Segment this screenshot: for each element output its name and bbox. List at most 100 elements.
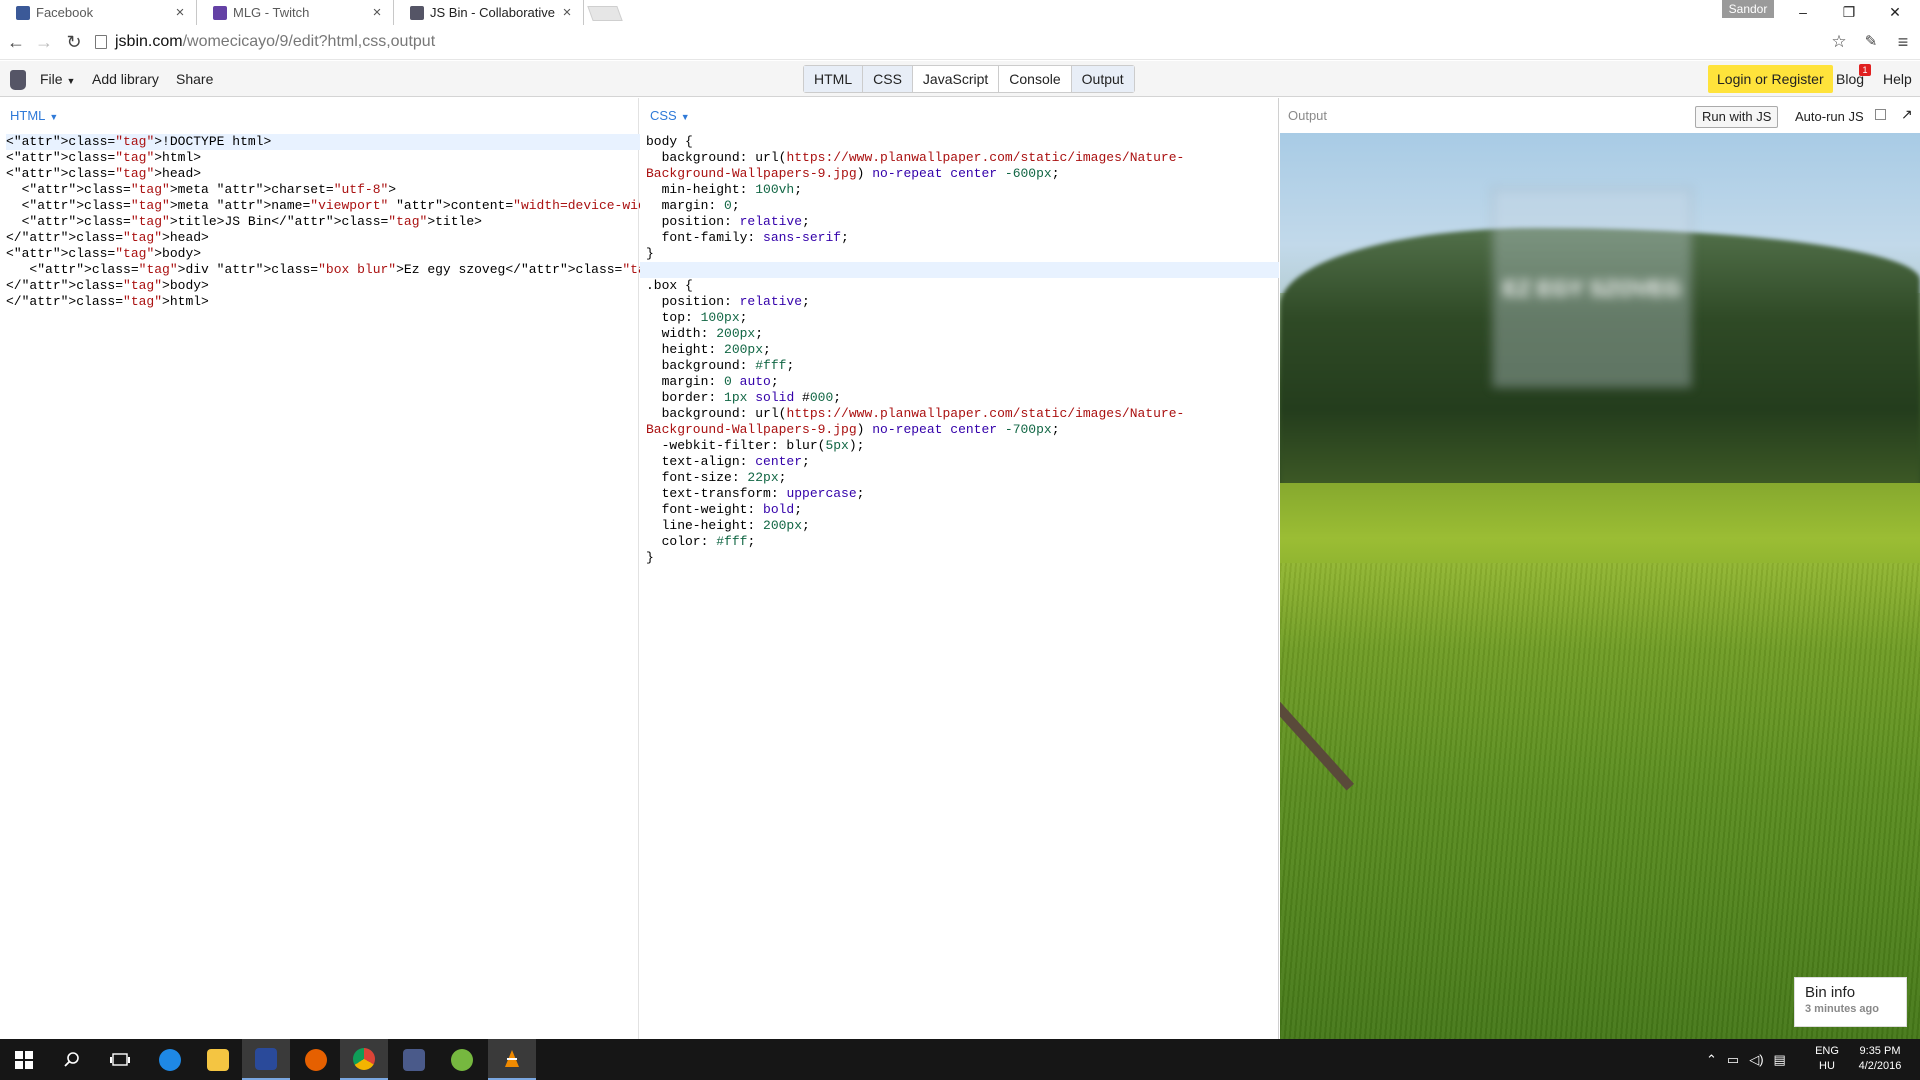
panel-toggle-javascript[interactable]: JavaScript xyxy=(913,66,1000,92)
code-line: width: 200px; xyxy=(646,326,764,341)
output-preview[interactable]: Ez egy szoveg xyxy=(1280,133,1920,1039)
forward-icon[interactable]: → xyxy=(34,32,54,52)
edge-icon[interactable] xyxy=(146,1039,194,1080)
tab-facebook[interactable]: Facebook × xyxy=(0,0,197,25)
chevron-up-icon[interactable]: ⌃ xyxy=(1706,1052,1717,1068)
task-view-icon[interactable] xyxy=(96,1039,144,1080)
profile-button[interactable]: Sandor xyxy=(1722,0,1774,18)
close-window-icon[interactable]: ✕ xyxy=(1872,0,1918,25)
html-panel-label[interactable]: HTML ▼ xyxy=(10,108,58,123)
new-tab-button[interactable] xyxy=(587,6,623,21)
code-line: <"attr">class="tag">html> xyxy=(6,150,202,165)
windows-start-icon[interactable] xyxy=(0,1039,48,1080)
url-path: /womecicayo/9/edit?html,css,output xyxy=(182,33,436,50)
css-editor-panel[interactable]: CSS ▼ body { background: url(https://www.… xyxy=(640,98,1279,1039)
code-line: } xyxy=(646,246,654,261)
close-icon[interactable]: × xyxy=(172,4,188,21)
code-line: Background-Wallpapers-9.jpg) no-repeat c… xyxy=(646,166,1060,181)
notifications-icon[interactable]: ▤ xyxy=(1774,1052,1786,1068)
code-line: text-transform: uppercase; xyxy=(646,486,865,501)
tab-title: JS Bin - Collaborative Java xyxy=(430,5,559,20)
firefox-icon[interactable] xyxy=(292,1039,340,1080)
code-line: <"attr">class="tag">meta "attr">charset=… xyxy=(6,182,397,197)
eyedropper-icon[interactable]: ✎ xyxy=(1861,32,1881,52)
jsbin-control-bar: File ▼ Add library Share HTML CSS JavaSc… xyxy=(0,61,1920,97)
facebook-icon xyxy=(16,5,30,20)
star-icon[interactable]: ☆ xyxy=(1829,32,1849,52)
address-bar[interactable]: jsbin.com/womecicayo/9/edit?html,css,out… xyxy=(94,30,1834,54)
auto-run-js-checkbox[interactable] xyxy=(1875,109,1886,120)
browser-tab-strip: Facebook × MLG - Twitch × JS Bin - Colla… xyxy=(0,0,1920,25)
panel-toggle-html[interactable]: HTML xyxy=(804,66,864,92)
panel-toggle-group: HTML CSS JavaScript Console Output xyxy=(803,65,1135,93)
bin-info-title: Bin info xyxy=(1805,984,1856,1001)
code-line: font-size: 22px; xyxy=(646,470,787,485)
code-line: min-height: 100vh; xyxy=(646,182,803,197)
file-menu[interactable]: File ▼ xyxy=(40,71,75,87)
code-line: line-height: 200px; xyxy=(646,518,810,533)
file-explorer-icon[interactable] xyxy=(194,1039,242,1080)
language-indicator[interactable]: ENG HU xyxy=(1812,1044,1842,1074)
search-icon[interactable] xyxy=(48,1039,96,1080)
panel-toggle-css[interactable]: CSS xyxy=(863,66,913,92)
code-line: </"attr">class="tag">head> xyxy=(6,230,209,245)
jsbin-logo-icon[interactable] xyxy=(10,70,26,90)
code-line: .box { xyxy=(646,278,693,293)
add-library-button[interactable]: Add library xyxy=(92,71,159,87)
minimize-icon[interactable]: – xyxy=(1780,0,1826,25)
css-code-editor[interactable]: body { background: url(https://www.planw… xyxy=(646,134,1184,566)
code-line: margin: 0; xyxy=(646,198,740,213)
popout-arrow-icon[interactable]: ↗ xyxy=(1901,106,1913,123)
html-code-editor[interactable]: <"attr">class="tag">!DOCTYPE html> <"attr… xyxy=(6,134,701,310)
code-line: <"attr">class="tag">head> xyxy=(6,166,202,181)
url-host: jsbin.com xyxy=(115,33,183,50)
html-panel-label-text: HTML xyxy=(10,108,46,123)
vlc-icon[interactable] xyxy=(488,1039,536,1080)
browser-toolbar: ← → ↻ jsbin.com/womecicayo/9/edit?html,c… xyxy=(0,25,1920,60)
code-line: border: 1px solid #000; xyxy=(646,390,842,405)
blog-notification-badge: 1 xyxy=(1859,64,1871,76)
code-line: <"attr">class="tag">meta "attr">name="vi… xyxy=(6,198,677,213)
chrome-icon[interactable] xyxy=(340,1039,388,1080)
tab-twitch[interactable]: MLG - Twitch × xyxy=(197,0,394,25)
code-line: position: relative; xyxy=(646,294,810,309)
output-header: Output Run with JS Auto-run JS ↗ xyxy=(1280,98,1920,133)
code-line: body { xyxy=(646,134,693,149)
volume-icon[interactable]: ◁) xyxy=(1749,1052,1763,1068)
restore-icon[interactable]: ❐ xyxy=(1826,0,1872,25)
reload-icon[interactable]: ↻ xyxy=(64,32,84,52)
help-link[interactable]: Help xyxy=(1883,71,1912,87)
panel-toggle-console[interactable]: Console xyxy=(999,66,1072,92)
code-line: height: 200px; xyxy=(646,342,771,357)
close-icon[interactable]: × xyxy=(369,4,385,21)
back-icon[interactable]: ← xyxy=(6,32,26,52)
close-icon[interactable]: × xyxy=(559,4,575,21)
css-panel-label[interactable]: CSS ▼ xyxy=(650,108,690,123)
caret-down-icon: ▼ xyxy=(66,76,76,86)
code-line: <"attr">class="tag">!DOCTYPE html> xyxy=(6,134,701,150)
code-line: background: url(https://www.planwallpape… xyxy=(646,150,1185,165)
network-icon[interactable]: ▭ xyxy=(1727,1052,1739,1068)
code-line: top: 100px; xyxy=(646,310,748,325)
bin-info-widget[interactable]: Bin info 3 minutes ago xyxy=(1794,977,1907,1027)
utorrent-icon[interactable] xyxy=(438,1039,486,1080)
windows-taskbar: ⌃ ▭ ◁) ▤ ENG HU 9:35 PM 4/2/2016 xyxy=(0,1039,1920,1080)
login-register-button[interactable]: Login or Register xyxy=(1708,65,1833,93)
system-clock[interactable]: 9:35 PM 4/2/2016 xyxy=(1852,1044,1908,1074)
save-disk-app-icon[interactable] xyxy=(242,1039,290,1080)
game-app-icon[interactable] xyxy=(390,1039,438,1080)
tab-title: Facebook xyxy=(36,5,94,20)
language-bottom: HU xyxy=(1819,1060,1835,1072)
panel-toggle-output[interactable]: Output xyxy=(1071,66,1134,92)
html-editor-panel[interactable]: HTML ▼ <"attr">class="tag">!DOCTYPE html>… xyxy=(0,98,701,1039)
run-with-js-button[interactable]: Run with JS xyxy=(1695,106,1779,128)
tab-jsbin[interactable]: JS Bin - Collaborative Java × xyxy=(394,0,584,25)
menu-icon[interactable]: ≡ xyxy=(1893,32,1913,52)
code-line: <"attr">class="tag">body> xyxy=(6,246,202,261)
code-line: <"attr">class="tag">title>JS Bin</"attr"… xyxy=(6,214,482,229)
clock-time: 9:35 PM xyxy=(1859,1045,1901,1057)
jsbin-icon xyxy=(410,5,424,20)
system-tray: ⌃ ▭ ◁) ▤ xyxy=(1706,1039,1786,1080)
share-button[interactable]: Share xyxy=(176,71,213,87)
